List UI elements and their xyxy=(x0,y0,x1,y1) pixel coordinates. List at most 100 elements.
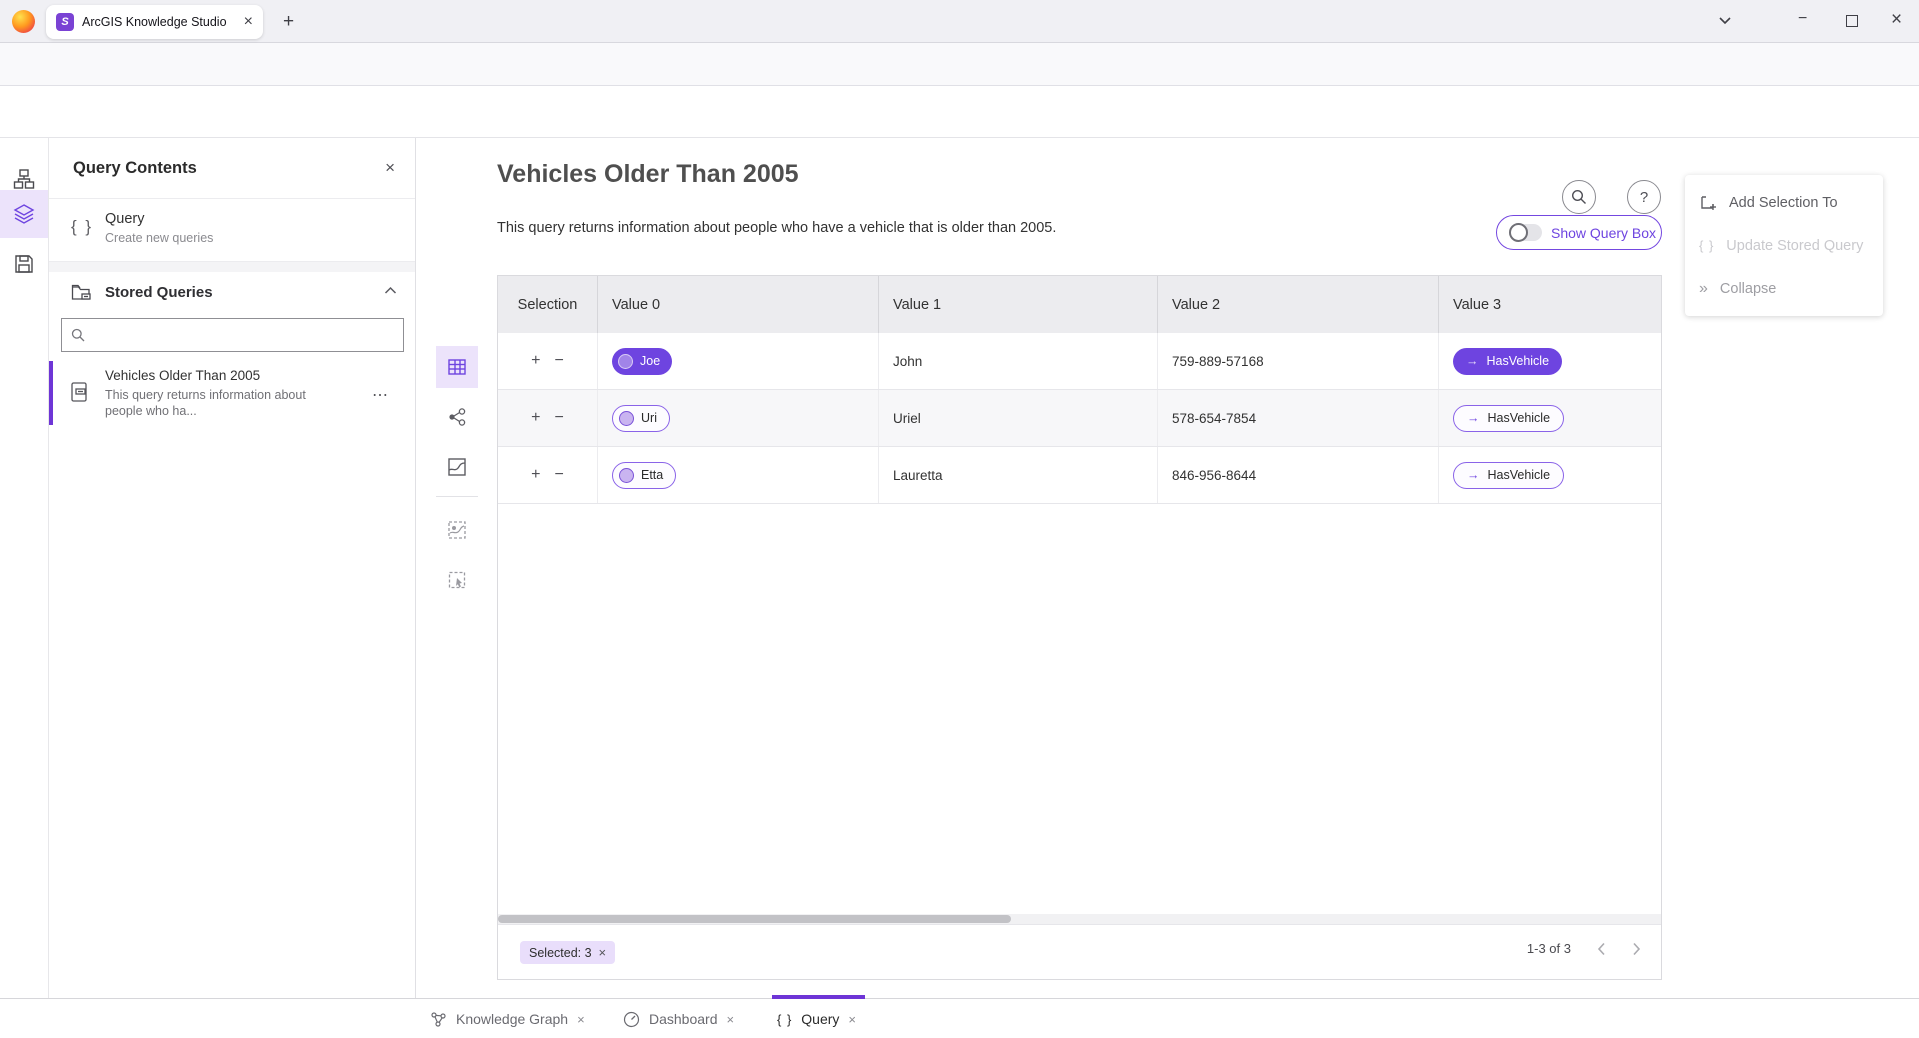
row-select-remove-button[interactable]: − xyxy=(555,410,564,426)
cell-value: 578-654-7854 xyxy=(1158,390,1439,446)
panel-header: Query Contents × xyxy=(49,138,415,199)
screen: S ArcGIS Knowledge Studio × + − × ← → ht… xyxy=(0,0,1919,1038)
left-rail xyxy=(0,138,49,998)
column-header: Value 1 xyxy=(879,276,1158,333)
stored-queries-search[interactable] xyxy=(61,318,404,352)
cell-value: Lauretta xyxy=(879,447,1158,503)
tab-close-icon[interactable]: × xyxy=(727,1012,735,1027)
arrow-right-icon: → xyxy=(1466,354,1479,368)
selection-tool-icon[interactable] xyxy=(436,559,478,601)
horizontal-scrollbar[interactable] xyxy=(498,914,1661,924)
window-minimize-icon[interactable]: − xyxy=(1798,10,1807,28)
toggle-track xyxy=(1509,224,1542,241)
pagination-label: 1-3 of 3 xyxy=(1527,941,1571,956)
window-maximize-icon[interactable] xyxy=(1846,15,1858,27)
column-header: Value 0 xyxy=(598,276,879,333)
stored-query-item[interactable]: Vehicles Older Than 2005 This query retu… xyxy=(49,361,415,425)
relationship-pill[interactable]: →HasVehicle xyxy=(1453,462,1564,489)
pagination: 1-3 of 3 xyxy=(1527,941,1641,956)
browser-tabstrip: S ArcGIS Knowledge Studio × + − × xyxy=(0,0,1919,43)
menu-item-collapse[interactable]: » Collapse xyxy=(1685,267,1883,310)
rail-contents-layers-icon[interactable] xyxy=(0,190,48,238)
collapse-section-chevron-icon[interactable] xyxy=(384,286,397,295)
table-row: + − Uri Uriel 578-654-7854 →HasVehicle xyxy=(498,390,1661,447)
cell-value: John xyxy=(879,333,1158,389)
app-header: S Certification Project ? PL publisher2 … xyxy=(0,86,1919,138)
stored-queries-title: Stored Queries xyxy=(105,284,213,301)
page-title: Vehicles Older Than 2005 xyxy=(497,160,799,189)
view-toolbar xyxy=(436,346,478,609)
row-select-remove-button[interactable]: − xyxy=(555,467,564,483)
list-tabs-icon[interactable] xyxy=(1718,15,1732,25)
tab-dashboard[interactable]: Dashboard × xyxy=(623,999,734,1038)
cell-value: 846-956-8644 xyxy=(1158,447,1439,503)
selected-count-chip[interactable]: Selected: 3 × xyxy=(520,941,615,964)
entity-pill[interactable]: Etta xyxy=(612,462,676,489)
search-icon xyxy=(71,328,85,342)
entity-dot-icon xyxy=(619,468,634,483)
arrow-right-icon: → xyxy=(1467,411,1480,425)
stored-query-options-icon[interactable]: ⋯ xyxy=(372,385,389,405)
browser-tab-title: ArcGIS Knowledge Studio xyxy=(82,15,236,29)
page-previous-icon[interactable] xyxy=(1597,942,1606,956)
tab-close-icon[interactable]: × xyxy=(848,1012,856,1027)
scrollbar-thumb[interactable] xyxy=(498,915,1011,923)
browser-tab[interactable]: S ArcGIS Knowledge Studio × xyxy=(46,5,263,39)
relationship-pill[interactable]: →HasVehicle xyxy=(1453,348,1562,375)
results-table: Selection Value 0 Value 1 Value 2 Value … xyxy=(497,275,1662,980)
help-button[interactable]: ? xyxy=(1627,180,1661,214)
link-chart-view-icon[interactable] xyxy=(436,396,478,438)
entity-dot-icon xyxy=(619,411,634,426)
rail-save-icon[interactable] xyxy=(0,240,48,288)
tab-close-icon[interactable]: × xyxy=(244,13,253,31)
dashboard-icon xyxy=(623,1011,640,1028)
firefox-icon[interactable] xyxy=(12,10,35,33)
query-create-item[interactable]: { } Query Create new queries xyxy=(49,200,415,262)
window-close-icon[interactable]: × xyxy=(1891,9,1902,31)
table-row: + − Joe John 759-889-57168 →HasVehicle xyxy=(498,333,1661,390)
new-tab-button[interactable]: + xyxy=(283,11,294,33)
menu-item-update-stored-query[interactable]: { } Update Stored Query xyxy=(1685,224,1883,267)
cell-value: Uriel xyxy=(879,390,1158,446)
stored-query-description: This query returns information about peo… xyxy=(105,387,315,419)
toolbar-divider xyxy=(436,496,478,497)
query-item-subtitle: Create new queries xyxy=(105,231,213,245)
table-row: + − Etta Lauretta 846-956-8644 →HasVehic… xyxy=(498,447,1661,504)
entity-pill[interactable]: Joe xyxy=(612,348,672,375)
relationship-pill[interactable]: →HasVehicle xyxy=(1453,405,1564,432)
braces-icon: { } xyxy=(1699,238,1714,253)
panel-title: Query Contents xyxy=(73,159,197,178)
entity-pill[interactable]: Uri xyxy=(612,405,670,432)
page-next-icon[interactable] xyxy=(1632,942,1641,956)
column-header: Value 3 xyxy=(1439,276,1661,333)
panel-close-icon[interactable]: × xyxy=(385,158,395,178)
row-select-remove-button[interactable]: − xyxy=(555,353,564,369)
bottom-tabbar: Knowledge Graph × Dashboard × { } Query … xyxy=(0,998,1919,1038)
stored-query-title: Vehicles Older Than 2005 xyxy=(105,368,260,383)
clear-selection-icon[interactable]: × xyxy=(599,945,607,960)
show-query-box-toggle[interactable]: Show Query Box xyxy=(1496,215,1662,250)
stored-queries-header[interactable]: Stored Queries xyxy=(49,272,415,314)
selection-context-menu: Add Selection To { } Update Stored Query… xyxy=(1685,175,1883,316)
panel-divider xyxy=(49,262,415,272)
row-select-add-button[interactable]: + xyxy=(531,353,540,369)
browser-navbar: ← → https://dev0028833.esri.com/portal/a… xyxy=(0,43,1919,86)
tab-close-icon[interactable]: × xyxy=(577,1012,585,1027)
menu-item-add-selection-to[interactable]: Add Selection To xyxy=(1685,181,1883,224)
tab-knowledge-graph[interactable]: Knowledge Graph × xyxy=(430,999,585,1038)
table-footer: Selected: 3 × 1-3 of 3 xyxy=(498,924,1661,979)
page-description: This query returns information about peo… xyxy=(497,220,1056,236)
query-item-title: Query xyxy=(105,211,145,227)
table-view-icon[interactable] xyxy=(436,346,478,388)
arrow-right-icon: → xyxy=(1467,468,1480,482)
tab-query[interactable]: { } Query × xyxy=(777,999,856,1038)
map-view-icon[interactable] xyxy=(436,446,478,488)
row-select-add-button[interactable]: + xyxy=(531,467,540,483)
row-select-add-button[interactable]: + xyxy=(531,410,540,426)
search-input[interactable] xyxy=(92,328,394,343)
toggle-knob xyxy=(1509,223,1528,242)
search-button[interactable] xyxy=(1562,180,1596,214)
add-to-map-icon[interactable] xyxy=(436,509,478,551)
entity-dot-icon xyxy=(618,354,633,369)
cell-value: 759-889-57168 xyxy=(1158,333,1439,389)
